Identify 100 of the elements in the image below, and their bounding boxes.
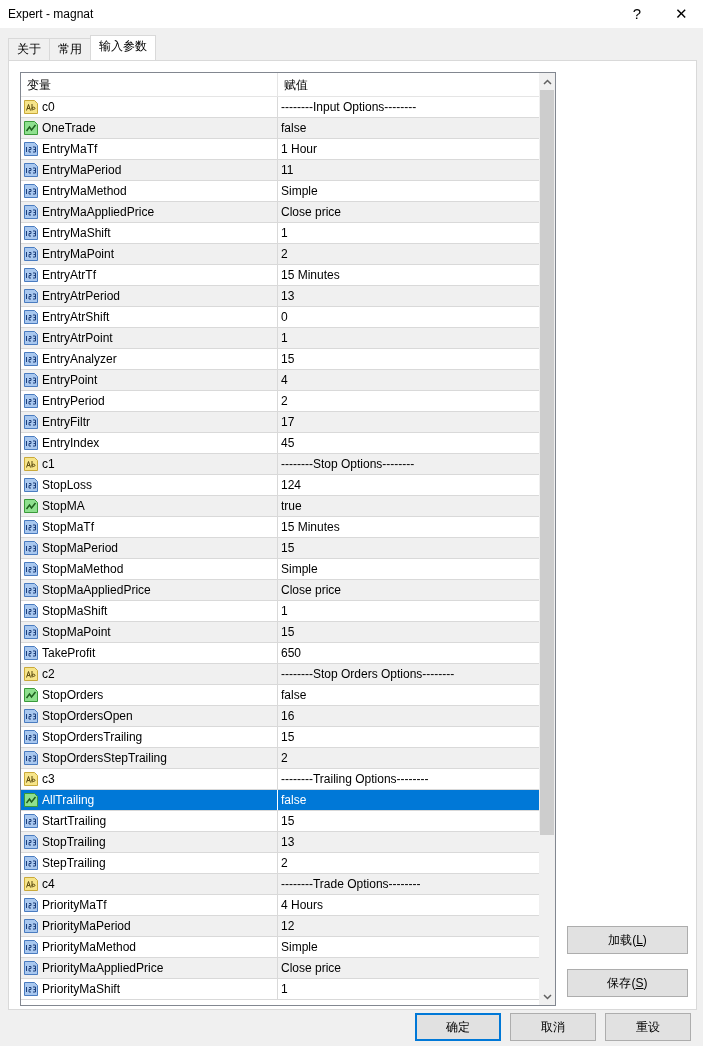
parameter-name: StopMaAppliedPrice — [42, 582, 151, 599]
dialog-button[interactable]: 重设 — [605, 1013, 691, 1041]
parameter-row[interactable]: c1 --------Stop Options-------- — [21, 454, 539, 475]
scroll-thumb[interactable] — [540, 90, 554, 835]
window-title: Expert - magnat — [8, 6, 95, 23]
parameter-row[interactable]: c4 --------Trade Options-------- — [21, 874, 539, 895]
tab[interactable]: 关于 — [8, 38, 50, 60]
parameter-row[interactable]: EntryIndex 45 — [21, 433, 539, 454]
parameter-value: 15 — [280, 729, 296, 746]
number-type-icon — [23, 981, 39, 997]
parameter-value: false — [280, 792, 308, 809]
parameter-row[interactable]: c2 --------Stop Orders Options-------- — [21, 664, 539, 685]
parameter-row[interactable]: EntryPeriod 2 — [21, 391, 539, 412]
parameter-row[interactable]: EntryMaPeriod 11 — [21, 160, 539, 181]
number-type-icon — [23, 246, 39, 262]
parameter-row[interactable]: EntryMaShift 1 — [21, 223, 539, 244]
parameter-value: 2 — [280, 855, 289, 872]
parameter-name: EntryMaPeriod — [42, 162, 122, 179]
parameter-row[interactable]: StopMaPeriod 15 — [21, 538, 539, 559]
number-type-icon — [23, 309, 39, 325]
scroll-down-icon[interactable] — [542, 993, 552, 1000]
parameter-row[interactable]: EntryAnalyzer 15 — [21, 349, 539, 370]
parameter-row[interactable]: EntryPoint 4 — [21, 370, 539, 391]
help-button[interactable]: ? — [615, 2, 659, 26]
parameter-row[interactable]: StepTrailing 2 — [21, 853, 539, 874]
parameter-value: 1 — [280, 225, 289, 242]
parameter-row[interactable]: EntryMaAppliedPrice Close price — [21, 202, 539, 223]
number-type-icon — [23, 204, 39, 220]
text-type-icon — [23, 666, 39, 682]
parameter-row[interactable]: StopMaShift 1 — [21, 601, 539, 622]
parameter-name: PriorityMaShift — [42, 981, 121, 998]
parameter-row[interactable]: PriorityMaPeriod 12 — [21, 916, 539, 937]
text-type-icon — [23, 771, 39, 787]
text-type-icon — [23, 99, 39, 115]
parameter-name: c0 — [42, 99, 55, 116]
parameter-value: true — [280, 498, 303, 515]
parameter-row[interactable]: PriorityMaMethod Simple — [21, 937, 539, 958]
parameter-row[interactable]: StopOrdersTrailing 15 — [21, 727, 539, 748]
parameter-row[interactable]: StopMaTf 15 Minutes — [21, 517, 539, 538]
tab[interactable]: 输入参数 — [90, 35, 156, 60]
parameter-name: StopMA — [42, 498, 85, 515]
number-type-icon — [23, 162, 39, 178]
number-type-icon — [23, 225, 39, 241]
parameter-row[interactable]: StopMaAppliedPrice Close price — [21, 580, 539, 601]
parameter-row[interactable]: StopOrdersOpen 16 — [21, 706, 539, 727]
parameter-row[interactable]: c3 --------Trailing Options-------- — [21, 769, 539, 790]
number-type-icon — [23, 435, 39, 451]
number-type-icon — [23, 750, 39, 766]
parameter-row[interactable]: AllTrailing false — [21, 790, 539, 811]
parameter-row[interactable]: StopOrdersStepTrailing 2 — [21, 748, 539, 769]
parameter-row[interactable]: StopLoss 124 — [21, 475, 539, 496]
parameter-value: 2 — [280, 750, 289, 767]
parameter-name: StopMaMethod — [42, 561, 124, 578]
number-type-icon — [23, 960, 39, 976]
parameter-row[interactable]: EntryAtrPeriod 13 — [21, 286, 539, 307]
parameter-row[interactable]: StopMA true — [21, 496, 539, 517]
parameter-row[interactable]: OneTrade false — [21, 118, 539, 139]
parameter-name: c3 — [42, 771, 55, 788]
parameter-row[interactable]: EntryMaMethod Simple — [21, 181, 539, 202]
parameter-row[interactable]: PriorityMaAppliedPrice Close price — [21, 958, 539, 979]
parameter-row[interactable]: EntryMaPoint 2 — [21, 244, 539, 265]
parameter-row[interactable]: EntryAtrTf 15 Minutes — [21, 265, 539, 286]
parameter-row[interactable]: StartTrailing 15 — [21, 811, 539, 832]
number-type-icon — [23, 834, 39, 850]
parameter-name: PriorityMaAppliedPrice — [42, 960, 164, 977]
parameter-row[interactable]: EntryAtrShift 0 — [21, 307, 539, 328]
parameter-value: 4 Hours — [280, 897, 325, 914]
parameter-row[interactable]: PriorityMaShift 1 — [21, 979, 539, 1000]
parameter-row[interactable]: c0 --------Input Options-------- — [21, 97, 539, 118]
side-button[interactable]: 保存(S) — [567, 969, 688, 997]
parameter-row[interactable]: PriorityMaTf 4 Hours — [21, 895, 539, 916]
parameter-name: StepTrailing — [42, 855, 106, 872]
scroll-up-icon[interactable] — [542, 78, 552, 85]
parameter-row[interactable]: EntryAtrPoint 1 — [21, 328, 539, 349]
parameter-name: EntryFiltr — [42, 414, 90, 431]
number-type-icon — [23, 519, 39, 535]
parameter-row[interactable]: StopOrders false — [21, 685, 539, 706]
number-type-icon — [23, 372, 39, 388]
toggle-type-icon — [23, 687, 39, 703]
parameter-name: EntryIndex — [42, 435, 100, 452]
parameter-name: EntryAnalyzer — [42, 351, 117, 368]
parameter-row[interactable]: StopMaMethod Simple — [21, 559, 539, 580]
number-type-icon — [23, 267, 39, 283]
parameter-value: --------Stop Options-------- — [280, 456, 416, 473]
number-type-icon — [23, 603, 39, 619]
parameter-row[interactable]: EntryFiltr 17 — [21, 412, 539, 433]
parameter-value: 13 — [280, 834, 296, 851]
parameter-name: TakeProfit — [42, 645, 96, 662]
parameter-row[interactable]: EntryMaTf 1 Hour — [21, 139, 539, 160]
close-button[interactable]: ✕ — [659, 2, 703, 26]
parameter-name: StopMaPeriod — [42, 540, 119, 557]
parameter-row[interactable]: TakeProfit 650 — [21, 643, 539, 664]
parameter-row[interactable]: StopMaPoint 15 — [21, 622, 539, 643]
side-button[interactable]: 加载(L) — [567, 926, 688, 954]
parameter-row[interactable]: StopTrailing 13 — [21, 832, 539, 853]
dialog-button[interactable]: 确定 — [415, 1013, 501, 1041]
parameter-value: Simple — [280, 939, 319, 956]
scrollbar[interactable] — [539, 73, 555, 1005]
dialog-button[interactable]: 取消 — [510, 1013, 596, 1041]
parameter-name: c1 — [42, 456, 55, 473]
